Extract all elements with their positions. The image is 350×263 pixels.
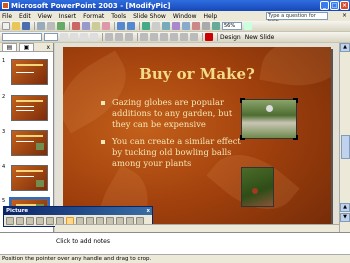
show-formatting-icon[interactable]	[192, 22, 200, 30]
align-center-icon[interactable]	[115, 33, 123, 41]
zoom-select[interactable]: 56%	[222, 22, 242, 30]
slide-title[interactable]: Buy or Make?	[63, 65, 331, 83]
formatting-toolbar: Design New Slide	[0, 32, 350, 43]
font-size-select[interactable]	[44, 33, 58, 41]
font-color-icon[interactable]	[205, 33, 213, 41]
bold-icon[interactable]	[60, 33, 68, 41]
increase-font-icon[interactable]	[160, 33, 168, 41]
slide-thumbnail[interactable]: 4	[0, 164, 54, 192]
help-search-input[interactable]: Type a question for help	[266, 12, 328, 25]
save-icon[interactable]	[22, 22, 30, 30]
design-button[interactable]: Design	[220, 34, 241, 41]
grid-icon[interactable]	[202, 22, 210, 30]
close-button[interactable]: ×	[340, 1, 349, 10]
bowling-ball-photo[interactable]	[241, 167, 274, 207]
standard-toolbar: 56%	[0, 21, 350, 32]
scroll-up-icon[interactable]: ▲	[340, 43, 350, 52]
crop-handle[interactable]	[293, 98, 298, 103]
menu-edit[interactable]: Edit	[19, 13, 31, 20]
format-painter-icon[interactable]	[102, 22, 110, 30]
slide-number: 1	[2, 58, 6, 64]
slide-thumbnail[interactable]: 1	[0, 58, 54, 86]
menu-file[interactable]: File	[2, 13, 12, 20]
print-icon[interactable]	[37, 22, 45, 30]
new-slide-button[interactable]: New Slide	[245, 34, 275, 41]
help-icon[interactable]	[244, 22, 252, 30]
expand-all-icon[interactable]	[182, 22, 190, 30]
paste-icon[interactable]	[92, 22, 100, 30]
crop-handle[interactable]	[240, 98, 245, 103]
underline-icon[interactable]	[80, 33, 88, 41]
crop-handle[interactable]	[240, 135, 245, 140]
slide-editor: Buy or Make? Gazing globes are popular a…	[55, 43, 339, 248]
more-contrast-icon[interactable]	[26, 217, 34, 225]
menu-window[interactable]: Window	[173, 13, 197, 20]
new-icon[interactable]	[2, 22, 10, 30]
less-contrast-icon[interactable]	[36, 217, 44, 225]
more-brightness-icon[interactable]	[46, 217, 54, 225]
menu-view[interactable]: View	[38, 13, 52, 20]
menu-tools[interactable]: Tools	[111, 13, 126, 20]
increase-indent-icon[interactable]	[190, 33, 198, 41]
slides-pane: ▤ ▣ x 1 2 3 4 5	[0, 43, 54, 232]
powerpoint-app-icon	[2, 2, 9, 9]
horizontal-scrollbar[interactable]	[55, 224, 339, 232]
insert-chart-icon[interactable]	[142, 22, 150, 30]
decrease-indent-icon[interactable]	[180, 33, 188, 41]
undo-icon[interactable]	[117, 22, 125, 30]
shadow-icon[interactable]	[90, 33, 98, 41]
menu-format[interactable]: Format	[83, 13, 104, 20]
print-preview-icon[interactable]	[47, 22, 55, 30]
slide-number: 3	[2, 129, 6, 135]
status-bar: Position the pointer over any handle and…	[0, 254, 350, 263]
title-bar: Microsoft PowerPoint 2003 - [ModifyPic] …	[0, 0, 350, 11]
bullets-icon[interactable]	[150, 33, 158, 41]
minimize-button[interactable]: _	[320, 1, 329, 10]
tab-outline[interactable]: ▤	[2, 43, 17, 51]
insert-picture-icon[interactable]	[172, 22, 180, 30]
next-slide-icon[interactable]: ▼	[340, 213, 350, 222]
font-select[interactable]	[2, 33, 42, 41]
garden-globe-photo[interactable]	[240, 98, 298, 140]
bullet-item: You can create a similar effect by tucki…	[101, 136, 241, 169]
notes-pane[interactable]: Click to add notes	[0, 232, 350, 254]
picture-toolbar-title: Picture	[6, 208, 29, 214]
italic-icon[interactable]	[70, 33, 78, 41]
scroll-thumb[interactable]	[341, 135, 350, 159]
crop-handle[interactable]	[293, 135, 298, 140]
picture-toolbar-close-icon[interactable]: x	[146, 207, 150, 215]
decrease-font-icon[interactable]	[170, 33, 178, 41]
slide-number: 5	[2, 198, 6, 204]
maximize-button[interactable]: □	[330, 1, 339, 10]
tab-slides[interactable]: ▣	[19, 43, 34, 51]
slide-number: 2	[2, 94, 6, 100]
window-title: Microsoft PowerPoint 2003 - [ModifyPic]	[11, 1, 171, 10]
numbering-icon[interactable]	[140, 33, 148, 41]
pane-close-icon[interactable]: x	[46, 44, 50, 51]
open-icon[interactable]	[12, 22, 20, 30]
slide-number: 4	[2, 164, 6, 170]
color-icon[interactable]	[16, 217, 24, 225]
insert-table-icon[interactable]	[152, 22, 160, 30]
menu-insert[interactable]: Insert	[59, 13, 76, 20]
slide-body[interactable]: Gazing globes are popular additions to a…	[101, 97, 241, 175]
align-right-icon[interactable]	[125, 33, 133, 41]
insert-picture-icon[interactable]	[6, 217, 14, 225]
previous-slide-icon[interactable]: ▲	[340, 203, 350, 212]
menu-slide-show[interactable]: Slide Show	[133, 13, 166, 20]
color-grayscale-icon[interactable]	[212, 22, 220, 30]
cut-icon[interactable]	[72, 22, 80, 30]
spelling-icon[interactable]	[57, 22, 65, 30]
menu-help[interactable]: Help	[204, 13, 218, 20]
copy-icon[interactable]	[82, 22, 90, 30]
redo-icon[interactable]	[127, 22, 135, 30]
document-close-icon[interactable]: ×	[342, 12, 347, 19]
bullet-item: Gazing globes are popular additions to a…	[101, 97, 241, 130]
tables-borders-icon[interactable]	[162, 22, 170, 30]
align-left-icon[interactable]	[105, 33, 113, 41]
vertical-scrollbar[interactable]: ▲ ▲ ▼	[339, 43, 350, 232]
slide-thumbnail[interactable]: 2	[0, 94, 54, 122]
slide-thumbnail[interactable]: 3	[0, 129, 54, 157]
